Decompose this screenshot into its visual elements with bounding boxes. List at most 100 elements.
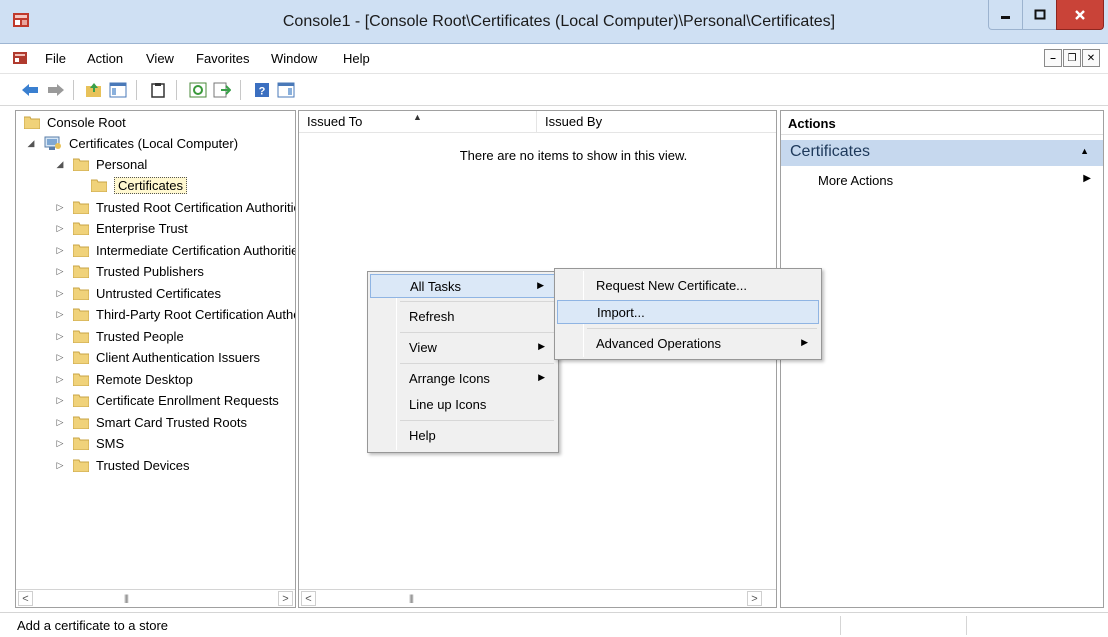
more-actions-item[interactable]: More Actions xyxy=(818,173,893,188)
folder-icon xyxy=(73,287,89,300)
expand-icon[interactable]: ▷ xyxy=(55,438,65,449)
folder-up-icon xyxy=(86,83,101,97)
collapse-icon[interactable]: ◢ xyxy=(55,159,65,170)
minimize-icon: – xyxy=(1050,52,1056,64)
close-icon xyxy=(1075,9,1085,20)
expand-icon[interactable]: ▷ xyxy=(55,266,65,277)
tree-node-remote-desktop[interactable]: ▷ Remote Desktop xyxy=(55,369,193,389)
expand-icon[interactable]: ▷ xyxy=(55,223,65,234)
submenu-arrow-icon: ▶ xyxy=(1083,173,1091,184)
scroll-right-icon[interactable]: > xyxy=(278,591,293,606)
tree-node-enrollment-requests[interactable]: ▷ Certificate Enrollment Requests xyxy=(55,390,279,410)
tree-horizontal-scrollbar[interactable]: < ||| > xyxy=(16,589,295,607)
actions-section-header[interactable]: Certificates ▲ xyxy=(781,140,1103,166)
folder-icon xyxy=(73,201,89,214)
submenu-advanced-operations[interactable]: Advanced Operations ▶ xyxy=(557,332,819,356)
refresh-button[interactable] xyxy=(188,80,208,100)
status-text: Add a certificate to a store xyxy=(17,618,169,633)
menu-bar: File Action View Favorites Window Help –… xyxy=(0,44,1108,74)
context-menu-help[interactable]: Help xyxy=(370,424,556,448)
tree-node-trusted-root[interactable]: ▷ Trusted Root Certification Authorities xyxy=(55,197,296,217)
expand-icon[interactable]: ▷ xyxy=(55,288,65,299)
column-issued-to[interactable]: Issued To xyxy=(307,114,362,129)
context-menu-line-up-icons[interactable]: Line up Icons xyxy=(370,393,556,417)
up-one-level-button[interactable] xyxy=(84,80,104,100)
folder-icon xyxy=(73,308,89,321)
folder-icon xyxy=(73,459,89,472)
properties-button[interactable] xyxy=(148,80,168,100)
show-hide-console-tree-button[interactable] xyxy=(108,80,128,100)
context-menu-refresh[interactable]: Refresh xyxy=(370,305,556,329)
expand-icon[interactable]: ▷ xyxy=(55,309,65,320)
svg-text:?: ? xyxy=(259,86,266,98)
tree-node-personal[interactable]: ◢ Personal xyxy=(55,154,148,174)
folder-icon xyxy=(24,116,40,129)
tree-node-third-party-root[interactable]: ▷ Third-Party Root Certification Authori… xyxy=(55,304,295,324)
expand-icon[interactable]: ▷ xyxy=(55,331,65,342)
restore-icon: ❐ xyxy=(1067,52,1077,64)
menu-window[interactable]: Window xyxy=(271,51,317,66)
tree-node-label: Trusted Root Certification Authorities xyxy=(96,199,296,215)
status-cell xyxy=(840,616,841,635)
tree-node-trusted-devices[interactable]: ▷ Trusted Devices xyxy=(55,455,190,475)
export-list-button[interactable] xyxy=(212,80,232,100)
list-horizontal-scrollbar[interactable]: < ||| > xyxy=(299,589,776,607)
child-restore-button[interactable]: ❐ xyxy=(1063,49,1081,67)
menu-item-label: Request New Certificate... xyxy=(596,278,748,293)
tree-node-trusted-people[interactable]: ▷ Trusted People xyxy=(55,326,184,346)
tree-node-label: Personal xyxy=(96,156,148,172)
scroll-right-icon[interactable]: > xyxy=(747,591,762,606)
tree-node-trusted-publishers[interactable]: ▷ Trusted Publishers xyxy=(55,261,204,281)
tree-node-enterprise-trust[interactable]: ▷ Enterprise Trust xyxy=(55,218,188,238)
collapse-icon[interactable]: ◢ xyxy=(26,138,36,149)
menu-action[interactable]: Action xyxy=(87,51,123,66)
back-button[interactable] xyxy=(20,80,40,100)
tree-node-certificates-local[interactable]: ◢ Certificates (Local Computer) xyxy=(26,133,239,153)
tree-node-certificates-selected[interactable]: Certificates xyxy=(91,175,188,195)
menu-favorites[interactable]: Favorites xyxy=(196,51,249,66)
show-hide-action-pane-button[interactable] xyxy=(276,80,296,100)
expand-icon[interactable]: ▷ xyxy=(55,202,65,213)
expand-icon[interactable]: ▷ xyxy=(55,352,65,363)
expand-icon[interactable]: ▷ xyxy=(55,395,65,406)
expand-icon[interactable]: ▷ xyxy=(55,460,65,471)
help-button[interactable]: ? xyxy=(252,80,272,100)
tree-node-intermediate[interactable]: ▷ Intermediate Certification Authorities xyxy=(55,240,295,260)
tree-node-console-root[interactable]: Console Root xyxy=(24,112,126,132)
scroll-left-icon[interactable]: < xyxy=(18,591,33,606)
menu-help[interactable]: Help xyxy=(343,51,370,66)
tree-node-untrusted[interactable]: ▷ Untrusted Certificates xyxy=(55,283,221,303)
maximize-button[interactable] xyxy=(1022,0,1057,30)
scroll-left-icon[interactable]: < xyxy=(301,591,316,606)
tree-node-client-auth-issuers[interactable]: ▷ Client Authentication Issuers xyxy=(55,347,261,367)
menu-view[interactable]: View xyxy=(146,51,174,66)
context-menu-arrange-icons[interactable]: Arrange Icons ▶ xyxy=(370,367,556,391)
tree-node-smart-card-roots[interactable]: ▷ Smart Card Trusted Roots xyxy=(55,412,247,432)
menu-item-label: Import... xyxy=(597,305,645,320)
certificate-store-icon xyxy=(44,136,61,150)
column-issued-by[interactable]: Issued By xyxy=(545,114,602,129)
tree-node-sms[interactable]: ▷ SMS xyxy=(55,433,125,453)
submenu-import[interactable]: Import... xyxy=(557,300,819,324)
child-minimize-button[interactable]: – xyxy=(1044,49,1062,67)
forward-button[interactable] xyxy=(46,80,66,100)
expand-icon[interactable]: ▷ xyxy=(55,417,65,428)
collapse-up-icon[interactable]: ▲ xyxy=(1080,146,1089,156)
context-menu-view[interactable]: View ▶ xyxy=(370,336,556,360)
submenu-request-new-certificate[interactable]: Request New Certificate... xyxy=(557,274,819,298)
child-close-button[interactable]: ✕ xyxy=(1082,49,1100,67)
expand-icon[interactable]: ▷ xyxy=(55,374,65,385)
folder-icon xyxy=(73,244,89,257)
submenu-arrow-icon: ▶ xyxy=(537,280,544,290)
close-button[interactable] xyxy=(1056,0,1104,30)
minimize-button[interactable] xyxy=(988,0,1023,30)
tree-node-label: Console Root xyxy=(47,114,126,130)
menu-file[interactable]: File xyxy=(45,51,66,66)
menu-item-label: View xyxy=(409,340,437,355)
scroll-grip-icon: ||| xyxy=(409,593,414,603)
console-menu-icon[interactable] xyxy=(12,50,28,66)
expand-icon[interactable]: ▷ xyxy=(55,245,65,256)
title-bar: Console1 - [Console Root\Certificates (L… xyxy=(0,0,1108,44)
submenu-arrow-icon: ▶ xyxy=(801,337,808,347)
context-menu-all-tasks[interactable]: All Tasks ▶ xyxy=(370,274,556,298)
